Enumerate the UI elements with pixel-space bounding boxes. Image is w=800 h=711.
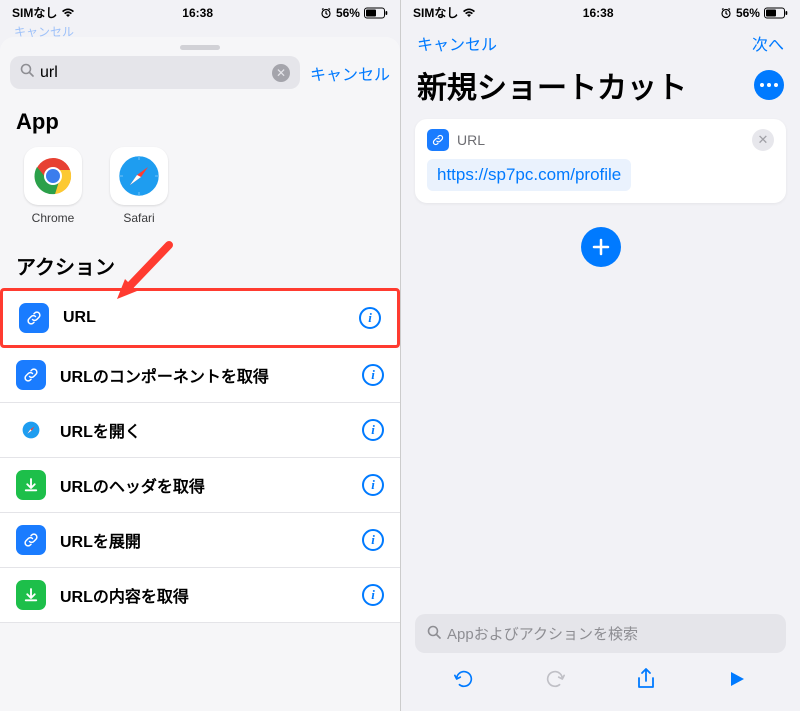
safari-icon xyxy=(110,147,168,205)
info-button[interactable]: i xyxy=(362,584,384,606)
right-screen: SIMなし 16:38 56% キャンセル 次へ 新規ショートカット URL ✕… xyxy=(400,0,800,711)
carrier-label: SIMなし xyxy=(413,4,458,21)
download-icon xyxy=(16,580,46,610)
info-button[interactable]: i xyxy=(362,364,384,386)
action-search-field[interactable]: Appおよびアクションを検索 xyxy=(415,614,786,653)
search-field[interactable]: ✕ xyxy=(10,56,300,89)
time-label: 16:38 xyxy=(182,6,213,20)
faint-background-nav: キャンセル xyxy=(0,23,400,37)
action-url-headers[interactable]: URLのヘッダを取得 i xyxy=(0,458,400,513)
redo-button[interactable] xyxy=(541,665,569,693)
info-button[interactable]: i xyxy=(362,474,384,496)
title-row: 新規ショートカット xyxy=(401,59,800,119)
action-label: URL xyxy=(63,309,345,327)
link-icon xyxy=(19,303,49,333)
cancel-search-button[interactable]: キャンセル xyxy=(310,61,390,85)
bottom-toolbar xyxy=(415,653,786,711)
run-button[interactable] xyxy=(723,665,751,693)
alarm-icon xyxy=(720,7,732,19)
undo-button[interactable] xyxy=(450,665,478,693)
chrome-icon xyxy=(24,147,82,205)
remove-action-button[interactable]: ✕ xyxy=(752,129,774,151)
more-button[interactable] xyxy=(754,70,784,100)
url-value[interactable]: https://sp7pc.com/profile xyxy=(427,159,631,191)
safari-small-icon xyxy=(16,415,46,445)
battery-icon xyxy=(764,7,788,19)
nav-next-button[interactable]: 次へ xyxy=(752,31,784,55)
info-button[interactable]: i xyxy=(362,529,384,551)
app-label: Chrome xyxy=(32,211,75,225)
link-icon xyxy=(427,129,449,151)
url-action-card[interactable]: URL ✕ https://sp7pc.com/profile xyxy=(415,119,786,203)
status-bar: SIMなし 16:38 56% xyxy=(0,0,400,23)
alarm-icon xyxy=(320,7,332,19)
sheet-grabber[interactable] xyxy=(180,45,220,50)
action-expand-url[interactable]: URLを展開 i xyxy=(0,513,400,568)
page-title: 新規ショートカット xyxy=(417,63,687,107)
app-label: Safari xyxy=(123,211,154,225)
info-button[interactable]: i xyxy=(359,307,381,329)
time-label: 16:38 xyxy=(583,6,614,20)
action-label: URLのコンポーネントを取得 xyxy=(60,363,348,387)
clear-search-button[interactable]: ✕ xyxy=(272,64,290,82)
link-icon xyxy=(16,525,46,555)
search-icon xyxy=(427,625,441,643)
wifi-icon xyxy=(61,7,75,18)
search-sheet: ✕ キャンセル App Chrome Safari アクション xyxy=(0,37,400,711)
app-safari[interactable]: Safari xyxy=(110,147,168,225)
app-section-header: App xyxy=(0,99,400,143)
battery-icon xyxy=(364,7,388,19)
carrier-label: SIMなし xyxy=(12,4,57,21)
action-open-url[interactable]: URLを開く i xyxy=(0,403,400,458)
app-row: Chrome Safari xyxy=(0,143,400,241)
nav-bar: キャンセル 次へ xyxy=(401,23,800,59)
action-url-contents[interactable]: URLの内容を取得 i xyxy=(0,568,400,623)
download-icon xyxy=(16,470,46,500)
action-label: URLのヘッダを取得 xyxy=(60,473,348,497)
share-button[interactable] xyxy=(632,665,660,693)
info-button[interactable]: i xyxy=(362,419,384,441)
left-screen: SIMなし 16:38 56% キャンセル ✕ キャンセル App xyxy=(0,0,400,711)
action-label: URLを開く xyxy=(60,418,348,442)
search-icon xyxy=(20,63,34,82)
nav-cancel-button[interactable]: キャンセル xyxy=(417,31,497,55)
wifi-icon xyxy=(462,7,476,18)
action-url-components[interactable]: URLのコンポーネントを取得 i xyxy=(0,348,400,403)
card-label: URL xyxy=(457,132,744,148)
status-bar: SIMなし 16:38 56% xyxy=(401,0,800,23)
app-chrome[interactable]: Chrome xyxy=(24,147,82,225)
action-list: URL i URLのコンポーネントを取得 i URLを開く i URLのヘッダを… xyxy=(0,288,400,623)
battery-pct: 56% xyxy=(736,6,760,20)
action-url[interactable]: URL i xyxy=(0,288,400,348)
search-placeholder: Appおよびアクションを検索 xyxy=(447,623,638,644)
battery-pct: 56% xyxy=(336,6,360,20)
action-section-header: アクション xyxy=(0,241,400,288)
search-input[interactable] xyxy=(40,64,266,82)
link-icon xyxy=(16,360,46,390)
action-label: URLの内容を取得 xyxy=(60,583,348,607)
add-action-button[interactable] xyxy=(581,227,621,267)
action-label: URLを展開 xyxy=(60,528,348,552)
